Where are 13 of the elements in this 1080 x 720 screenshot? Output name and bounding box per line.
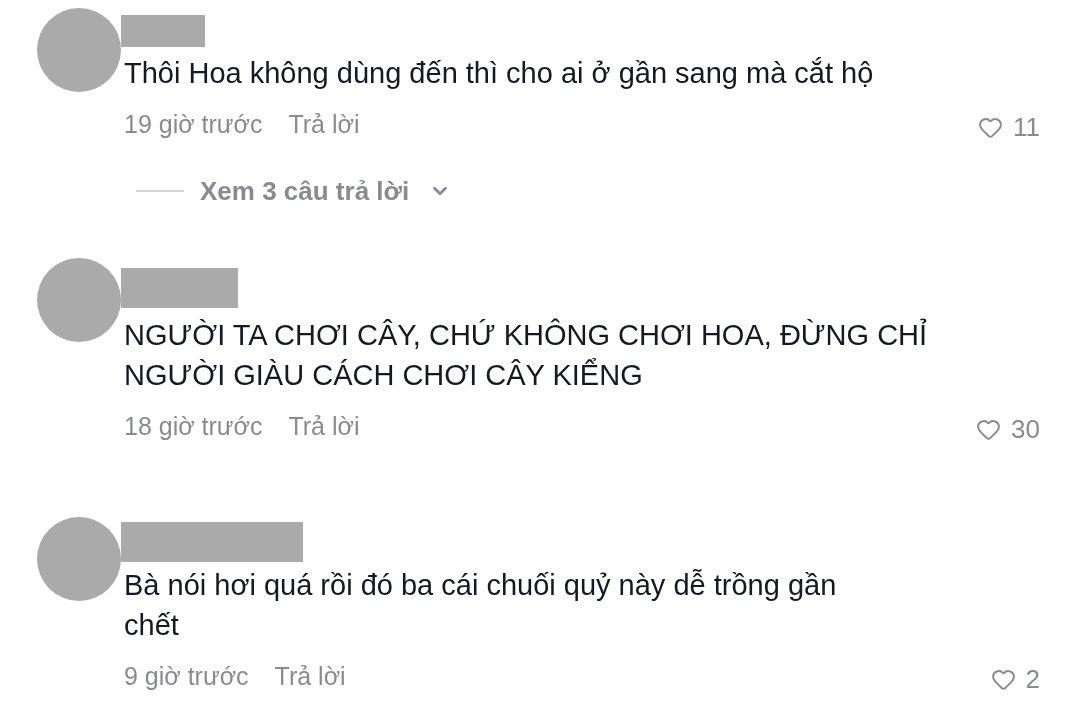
like-button[interactable]: 30	[976, 413, 1040, 445]
reply-button[interactable]: Trả lời	[288, 410, 360, 442]
like-button[interactable]: 11	[978, 111, 1040, 143]
comment-text: Thôi Hoa không dùng đến thì cho ai ở gần sang mà cắt hộ	[123, 56, 875, 91]
reply-button[interactable]: Trả lời	[288, 108, 360, 140]
comment-text: NGƯỜI TA CHƠI CÂY, CHỨ KHÔNG CHƠI HOA, ĐỪNG CHỈ NGƯỜI GIÀU CÁCH CHƠI CÂY KIỂNG	[123, 317, 929, 393]
comment-time: 18 giờ trước	[124, 411, 263, 442]
view-replies-button[interactable]: Xem 3 câu trả lời	[200, 175, 452, 207]
reply-button[interactable]: Trả lời	[274, 660, 346, 692]
comment-time: 9 giờ trước	[124, 661, 249, 692]
comment-time: 19 giờ trước	[124, 109, 263, 140]
comment-text: Bà nói hơi quá rồi đó ba cái chuối quỷ này dễ trồng gần chết	[123, 568, 838, 643]
like-button[interactable]: 2	[990, 663, 1040, 695]
